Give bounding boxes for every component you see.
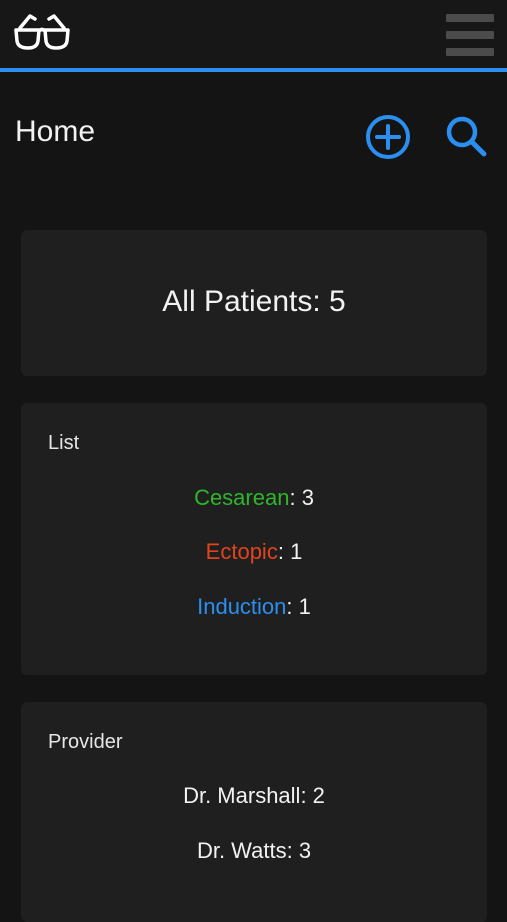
menu-bar xyxy=(446,48,494,56)
all-patients-label: All Patients xyxy=(162,285,313,318)
provider-item-watts[interactable]: Dr. Watts: 3 xyxy=(21,837,487,865)
plus-circle-icon[interactable] xyxy=(364,113,412,161)
provider-count: 2 xyxy=(312,783,325,808)
top-app-bar xyxy=(0,0,507,70)
list-card-heading: List xyxy=(48,432,80,454)
all-patients-card[interactable]: All Patients: 5 xyxy=(21,230,487,376)
provider-item-marshall[interactable]: Dr. Marshall: 2 xyxy=(21,782,487,810)
separator: : xyxy=(289,485,302,510)
header-accent-line xyxy=(0,68,507,72)
list-item-cesarean[interactable]: Cesarean: 3 xyxy=(21,484,487,512)
provider-name: Dr. Watts xyxy=(196,838,287,863)
list-item-name: Cesarean xyxy=(194,485,290,510)
list-item-ectopic[interactable]: Ectopic: 1 xyxy=(21,538,487,566)
list-item-induction[interactable]: Induction: 1 xyxy=(21,593,487,621)
list-item-count: 1 xyxy=(298,594,311,619)
menu-bar xyxy=(446,14,494,22)
provider-count: 3 xyxy=(298,838,312,863)
menu-bar xyxy=(446,31,494,39)
separator: : xyxy=(277,539,291,564)
list-card: List Cesarean: 3 Ectopic: 1 Induction: 1 xyxy=(21,403,487,675)
separator: : xyxy=(286,838,299,863)
provider-name: Dr. Marshall xyxy=(183,783,301,808)
hamburger-menu-icon[interactable] xyxy=(446,14,494,56)
all-patients-summary: All Patients: 5 xyxy=(21,284,487,320)
search-icon[interactable] xyxy=(442,113,490,161)
list-item-name: Ectopic xyxy=(205,539,278,564)
separator: : xyxy=(300,783,313,808)
separator: : xyxy=(286,594,299,619)
list-item-count: 1 xyxy=(290,539,303,564)
all-patients-count: 5 xyxy=(329,285,346,318)
page-title: Home xyxy=(15,115,96,148)
separator: : xyxy=(312,285,330,318)
provider-card: Provider Dr. Marshall: 2 Dr. Watts: 3 xyxy=(21,702,487,922)
glasses-icon[interactable] xyxy=(12,10,72,56)
list-item-name: Induction xyxy=(197,594,287,619)
list-item-count: 3 xyxy=(301,485,314,510)
provider-card-heading: Provider xyxy=(48,731,123,753)
